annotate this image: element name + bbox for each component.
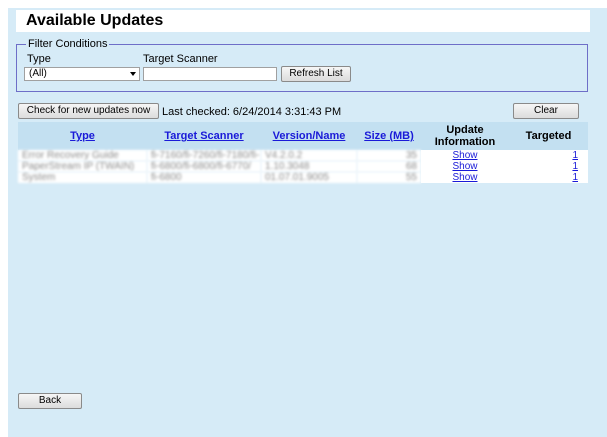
cell-size: 68 — [357, 161, 421, 172]
cell-type: PaperStream IP (TWAIN) — [18, 161, 147, 172]
cell-targeted: 1 — [509, 150, 588, 161]
sort-by-target-scanner-link[interactable]: Target Scanner — [164, 130, 243, 142]
cell-version: 01.07.01.9005 — [261, 172, 357, 183]
column-header-version[interactable]: Version/Name — [261, 122, 357, 150]
sort-by-version-link[interactable]: Version/Name — [273, 130, 346, 142]
column-header-target-scanner[interactable]: Target Scanner — [147, 122, 261, 150]
sort-by-size-link[interactable]: Size (MB) — [364, 130, 414, 142]
cell-target-scanner: fi-6800/fi-6800/fi-6770/ — [147, 161, 261, 172]
last-checked-text: Last checked: 6/24/2014 3:31:43 PM — [162, 106, 342, 118]
cell-target-scanner: fi-7160/fi-7260/fi-7180/fi- — [147, 150, 261, 161]
chevron-down-icon — [130, 72, 136, 76]
back-button[interactable]: Back — [18, 393, 82, 409]
table-row: System fi-6800 01.07.01.9005 55 Show 1 — [18, 172, 588, 183]
check-for-updates-button[interactable]: Check for new updates now — [18, 103, 159, 119]
cell-version: V4.2.0.2 — [261, 150, 357, 161]
column-header-targeted: Targeted — [509, 122, 588, 150]
table-row: PaperStream IP (TWAIN) fi-6800/fi-6800/f… — [18, 161, 588, 172]
cell-target-scanner: fi-6800 — [147, 172, 261, 183]
cell-version: 1.10.3048 — [261, 161, 357, 172]
page-title: Available Updates — [26, 12, 164, 29]
cell-type: Error Recovery Guide — [18, 150, 147, 161]
table-header-row: Type Target Scanner Version/Name Size (M… — [18, 122, 588, 150]
show-update-info-link[interactable]: Show — [452, 172, 477, 183]
targeted-count-link[interactable]: 1 — [572, 161, 578, 172]
update-info-header-line2: Information — [434, 136, 496, 148]
show-update-info-link[interactable]: Show — [452, 161, 477, 172]
cell-type: System — [18, 172, 147, 183]
cell-targeted: 1 — [509, 172, 588, 183]
show-update-info-link[interactable]: Show — [452, 150, 477, 161]
targeted-count-link[interactable]: 1 — [572, 172, 578, 183]
targeted-count-link[interactable]: 1 — [572, 150, 578, 161]
type-select-value: (All) — [29, 68, 47, 79]
target-scanner-input[interactable] — [143, 67, 277, 81]
cell-update-information: Show — [421, 172, 509, 183]
cell-targeted: 1 — [509, 161, 588, 172]
cell-size: 55 — [357, 172, 421, 183]
updates-table: Type Target Scanner Version/Name Size (M… — [18, 122, 588, 183]
sort-by-type-link[interactable]: Type — [70, 130, 95, 142]
title-bar: Available Updates — [16, 10, 590, 32]
cell-update-information: Show — [421, 161, 509, 172]
clear-button[interactable]: Clear — [513, 103, 579, 119]
column-header-update-information: Update Information — [421, 122, 509, 150]
type-select[interactable]: (All) — [24, 67, 140, 81]
type-label: Type — [27, 53, 51, 65]
column-header-type[interactable]: Type — [18, 122, 147, 150]
target-scanner-label: Target Scanner — [143, 53, 218, 65]
cell-update-information: Show — [421, 150, 509, 161]
table-row: Error Recovery Guide fi-7160/fi-7260/fi-… — [18, 150, 588, 161]
refresh-list-button[interactable]: Refresh List — [281, 66, 351, 82]
cell-size: 35 — [357, 150, 421, 161]
filter-conditions-legend: Filter Conditions — [26, 37, 110, 51]
update-info-header-line1: Update — [446, 124, 484, 136]
column-header-size[interactable]: Size (MB) — [357, 122, 421, 150]
